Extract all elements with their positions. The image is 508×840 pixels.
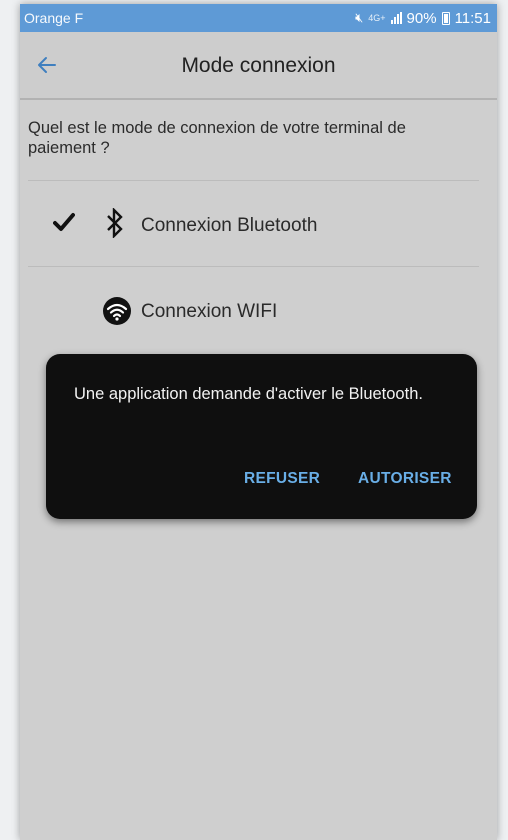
wifi-icon — [103, 297, 131, 325]
app-bar: Mode connexion — [20, 32, 497, 100]
battery-icon — [441, 11, 450, 25]
status-icons: 🔇︎ 4G+ 90% 11:51 — [355, 10, 491, 27]
allow-button[interactable]: AUTORISER — [358, 470, 452, 488]
bluetooth-icon — [107, 208, 123, 238]
option-bluetooth[interactable]: Connexion Bluetooth — [20, 182, 479, 266]
bluetooth-permission-dialog: Une application demande d'activer le Blu… — [46, 354, 477, 519]
option-label-wifi: Connexion WIFI — [141, 301, 278, 322]
network-type: 4G+ — [368, 12, 386, 23]
option-label-bluetooth: Connexion Bluetooth — [141, 215, 318, 236]
dialog-message: Une application demande d'activer le Blu… — [74, 385, 423, 403]
status-bar: Orange F 🔇︎ 4G+ 90% 11:51 — [20, 4, 497, 32]
battery-percentage: 90% — [406, 9, 437, 27]
clock: 11:51 — [454, 9, 491, 27]
divider — [28, 266, 479, 267]
divider — [28, 180, 479, 181]
question-text: Quel est le mode de connexion de votre t… — [28, 119, 406, 157]
page-title: Mode connexion — [181, 54, 336, 77]
signal-icon — [390, 12, 402, 24]
refuse-button[interactable]: REFUSER — [244, 470, 320, 488]
checkmark-icon — [53, 213, 75, 231]
carrier-name: Orange F — [24, 10, 84, 26]
option-wifi[interactable]: Connexion WIFI — [20, 268, 479, 352]
mute-icon: 🔇︎ — [355, 10, 364, 25]
phone-screen: Orange F 🔇︎ 4G+ 90% 11:51 Mode connexion… — [20, 4, 497, 840]
